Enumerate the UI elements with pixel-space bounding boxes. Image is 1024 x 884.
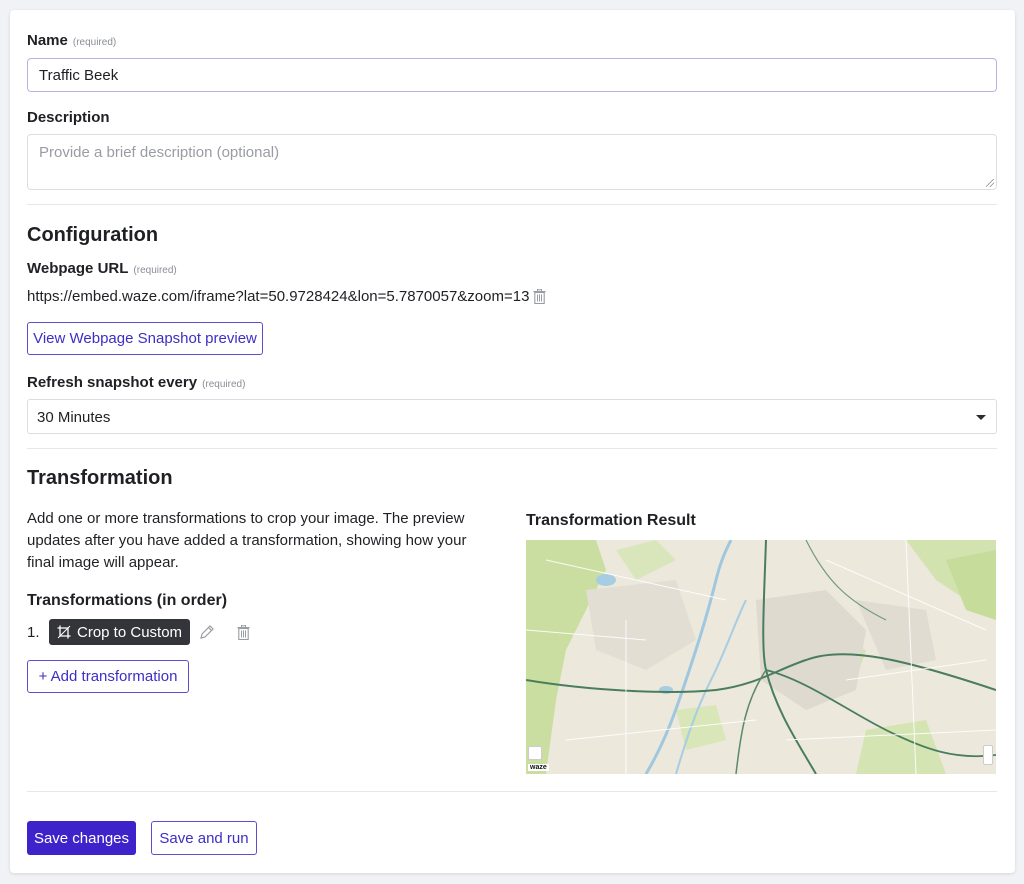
save-changes-button[interactable]: Save changes [27, 821, 136, 855]
map-preview: waze [526, 540, 996, 774]
form-card: Name (required) Traffic Beek Description … [10, 10, 1015, 873]
transformation-index: 1. [27, 624, 40, 641]
zoom-control[interactable] [983, 745, 993, 765]
save-and-run-button[interactable]: Save and run [151, 821, 257, 855]
url-label-row: Webpage URL (required) [27, 260, 177, 278]
refresh-select[interactable]: 30 Minutes [27, 399, 997, 434]
chevron-down-icon [976, 415, 986, 420]
refresh-select-value: 30 Minutes [37, 409, 111, 426]
description-placeholder: Provide a brief description (optional) [39, 144, 280, 161]
divider [27, 204, 997, 205]
description-textarea[interactable]: Provide a brief description (optional) [27, 134, 997, 190]
divider [27, 791, 997, 792]
url-value: https://embed.waze.com/iframe?lat=50.972… [27, 288, 530, 305]
transformation-chip-label: Crop to Custom [77, 623, 183, 641]
add-transformation-button[interactable]: + Add transformation [27, 660, 189, 693]
view-snapshot-preview-button[interactable]: View Webpage Snapshot preview [27, 322, 263, 355]
transformation-chip[interactable]: Crop to Custom [49, 619, 191, 645]
refresh-label: Refresh snapshot every [27, 374, 198, 391]
description-label: Description [27, 109, 110, 126]
divider [27, 448, 997, 449]
transformation-result-heading: Transformation Result [526, 512, 696, 529]
name-label: Name [27, 32, 68, 49]
resize-handle[interactable] [986, 179, 994, 187]
trash-icon[interactable] [237, 624, 250, 641]
waze-logo: waze [528, 764, 549, 771]
map-image [526, 540, 996, 774]
transformation-heading: Transformation [27, 467, 173, 489]
pencil-icon[interactable] [199, 624, 215, 645]
configuration-heading: Configuration [27, 224, 159, 246]
refresh-label-row: Refresh snapshot every (required) [27, 374, 245, 392]
map-locate-icon[interactable] [528, 746, 542, 760]
name-label-row: Name (required) [27, 32, 116, 50]
transformations-list-heading: Transformations (in order) [27, 592, 228, 609]
transformation-intro: Add one or more transformations to crop … [27, 510, 467, 571]
refresh-required-hint: (required) [202, 379, 246, 390]
url-label: Webpage URL [27, 260, 129, 277]
name-input[interactable]: Traffic Beek [27, 58, 997, 92]
trash-icon[interactable] [533, 288, 546, 305]
crop-icon [57, 625, 71, 639]
name-required-hint: (required) [72, 37, 117, 48]
url-required-hint: (required) [133, 265, 177, 276]
